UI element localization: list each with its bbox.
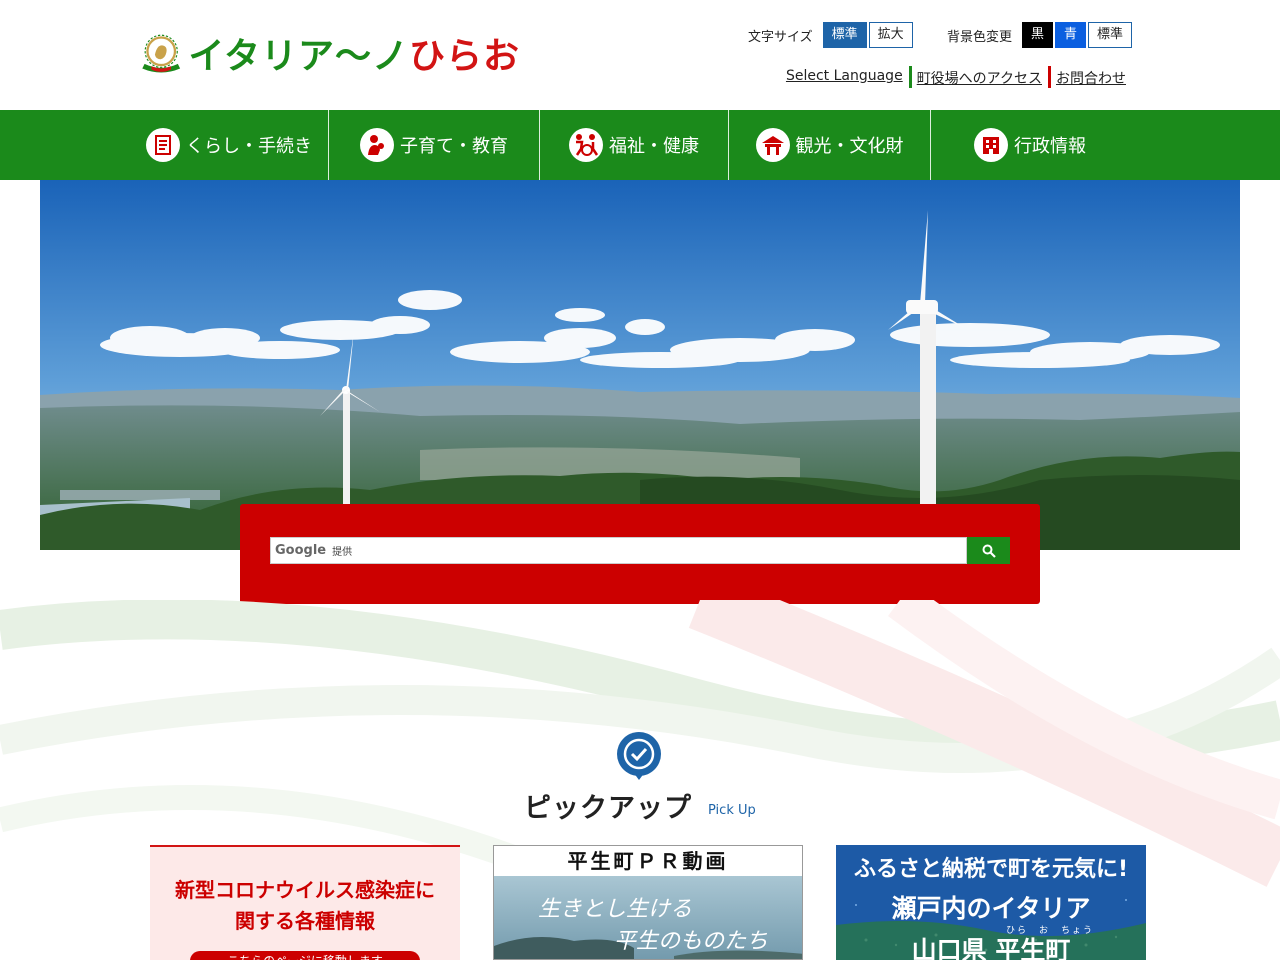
pr-video-caption-2: 平生のものたち: [614, 929, 768, 954]
covid-card-line2: 関する各種情報: [235, 909, 375, 933]
site-search-panel: Google 提供: [240, 504, 1040, 604]
search-icon: [982, 544, 996, 558]
nav-item-childcare[interactable]: 子育て・教育: [329, 110, 539, 180]
nav-item-label: 観光・文化財: [795, 136, 904, 157]
font-size-switcher: 文字サイズ 標準 拡大: [748, 22, 913, 48]
nav-item-welfare[interactable]: 福祉・健康: [540, 110, 728, 180]
pickup-subtitle: Pick Up: [708, 803, 756, 818]
pr-video-caption-1: 生きとし生ける: [538, 897, 692, 922]
pickup-check-icon: [617, 732, 661, 780]
font-size-standard-button[interactable]: 標準: [822, 22, 867, 48]
bg-black-button[interactable]: 黒: [1022, 22, 1054, 48]
site-logo[interactable]: イタリア〜ノひらお: [140, 18, 520, 88]
nav-item-living[interactable]: くらし・手続き: [130, 110, 328, 180]
covid-card-banner: こちらのページに移動します: [190, 951, 420, 960]
pickup-title: ピックアップ: [524, 793, 692, 824]
font-size-large-button[interactable]: 拡大: [868, 22, 913, 48]
parent-child-icon: [360, 128, 394, 162]
nav-item-tourism[interactable]: 観光・文化財: [729, 110, 930, 180]
furusato-line1: ふるさと納税で町を元気に!: [853, 857, 1129, 882]
accessibility-icon: [569, 128, 603, 162]
logo-text-hirao: ひらお: [408, 36, 520, 77]
bg-color-label: 背景色変更: [947, 29, 1013, 45]
nav-item-label: 福祉・健康: [609, 136, 699, 157]
select-language-link[interactable]: Select Language: [781, 68, 909, 88]
nav-item-label: 行政情報: [1014, 136, 1086, 157]
bg-standard-button[interactable]: 標準: [1088, 22, 1133, 48]
font-size-label: 文字サイズ: [748, 29, 813, 45]
pickup-card-pr-video[interactable]: 平生町ＰＲ動画 生きとし生ける 平生のものたち: [493, 845, 803, 960]
pr-video-thumbnail: 生きとし生ける 平生のものたち: [494, 876, 802, 959]
pr-video-title: 平生町ＰＲ動画: [567, 849, 729, 873]
contact-link[interactable]: お問合わせ: [1051, 68, 1132, 88]
hirao-emblem-icon: [142, 34, 181, 73]
covid-card-line1: 新型コロナウイルス感染症に: [175, 878, 435, 902]
bg-color-switcher: 背景色変更 黒 青 標準: [947, 22, 1133, 48]
logo-text: イタリア〜ノひらお: [188, 27, 520, 79]
nav-item-label: くらし・手続き: [186, 136, 312, 157]
pickup-card-covid[interactable]: 新型コロナウイルス感染症に関する各種情報 こちらのページに移動します: [150, 845, 460, 960]
furusato-line2: 瀬戸内のイタリア: [891, 894, 1091, 923]
nav-item-label: 子育て・教育: [400, 136, 508, 157]
access-link[interactable]: 町役場へのアクセス: [912, 68, 1048, 88]
logo-text-italiano: イタリア〜ノ: [188, 36, 409, 77]
covid-card-title: 新型コロナウイルス感染症に 関する各種情報: [150, 875, 460, 937]
search-button[interactable]: [967, 537, 1010, 564]
furusato-line3: 山口県 平生町: [911, 936, 1071, 960]
checklist-icon: [146, 128, 180, 162]
global-nav: くらし・手続き 子育て・教育 福祉・健康 観光・文化財 行政情報: [0, 110, 1280, 180]
header-links: Select Language 町役場へのアクセス お問合わせ: [781, 66, 1132, 88]
nav-item-administration[interactable]: 行政情報: [931, 110, 1129, 180]
pickup-card-furusato[interactable]: ふるさと納税で町を元気に! 瀬戸内のイタリア ひら お ちょう 山口県 平生町: [836, 845, 1146, 960]
temple-icon: [755, 128, 790, 162]
building-icon: [974, 128, 1008, 162]
site-header: イタリア〜ノひらお 文字サイズ 標準 拡大 背景色変更 黒 青 標準 Selec…: [0, 0, 1280, 110]
google-provided-label: 提供: [332, 547, 353, 558]
google-brand: Google: [275, 543, 327, 558]
bg-blue-button[interactable]: 青: [1055, 22, 1087, 48]
hero-image: [40, 180, 1240, 550]
hero-landscape: [40, 180, 1240, 550]
search-input[interactable]: Google 提供: [270, 537, 967, 564]
